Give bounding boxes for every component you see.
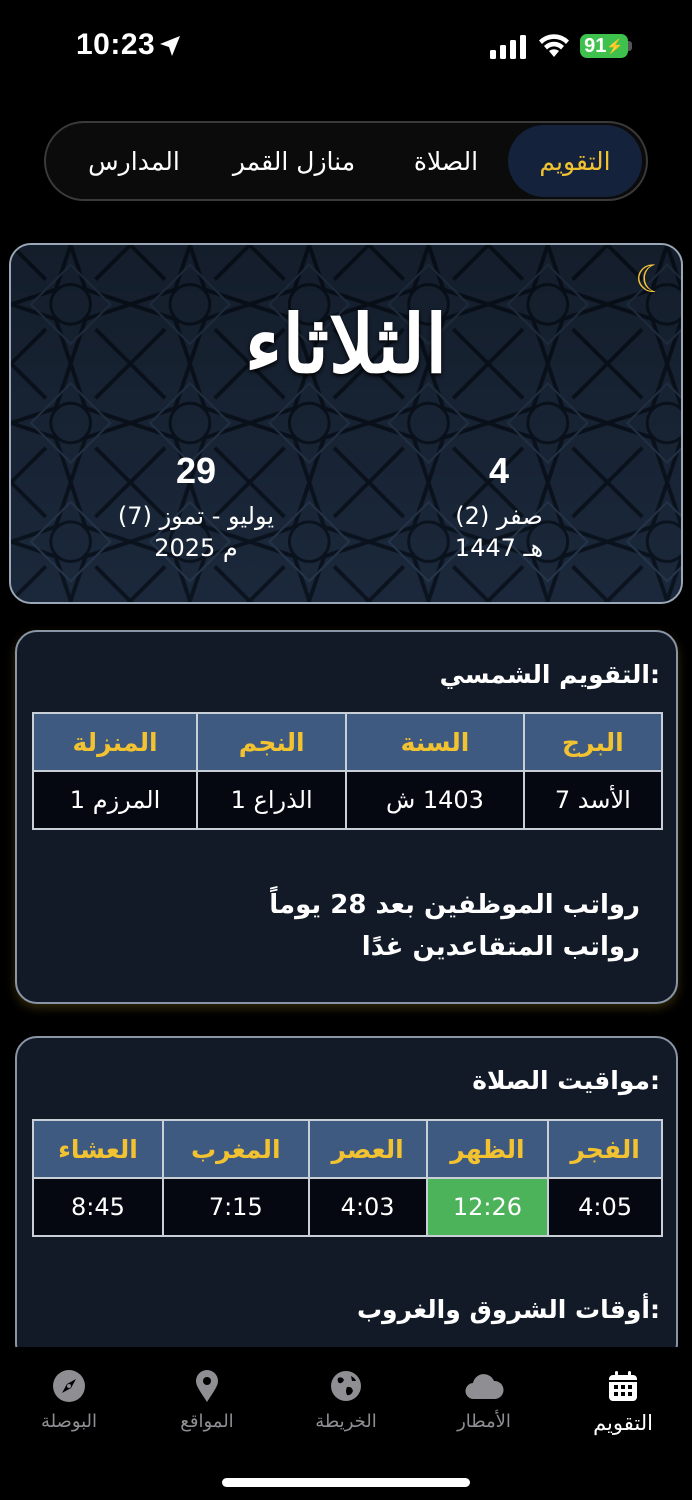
table-cell: 1403 ش: [345, 770, 525, 830]
solar-calendar-table: البرج السنة النجم المنزلة الأسد 7 1403 ش…: [31, 712, 664, 830]
globe-icon: [331, 1371, 361, 1401]
status-bar: 10:23 91 ⚡: [0, 0, 692, 95]
gregorian-day: 29: [175, 450, 217, 491]
nav-calendar[interactable]: التقويم: [568, 1369, 678, 1435]
tab-schools[interactable]: المدارس: [64, 125, 204, 197]
solar-calendar-title: التقويم الشمسي:: [439, 660, 660, 689]
gregorian-month: يوليو - تموز (7): [117, 502, 275, 530]
table-header-cell: النجم: [196, 712, 348, 772]
gregorian-year: 2025 م: [154, 534, 238, 562]
prayer-times-title: مواقيت الصلاة:: [472, 1066, 660, 1095]
table-header-row: البرج السنة النجم المنزلة: [31, 712, 664, 772]
battery-tip: [628, 41, 632, 51]
tab-calendar[interactable]: التقويم: [508, 125, 642, 197]
date-hero-card: ☾ الثلاثاء 4 صفر (2) 1447 هـ 29 يوليو - …: [9, 243, 683, 604]
nav-locations[interactable]: المواقع: [152, 1369, 262, 1432]
prayer-times-card: مواقيت الصلاة: الفجر الظهر العصر المغرب …: [15, 1036, 678, 1366]
table-cell: الأسد 7: [522, 770, 664, 830]
battery-indicator: 91 ⚡: [580, 34, 628, 58]
nav-compass[interactable]: البوصلة: [14, 1369, 124, 1432]
crescent-moon-icon: ☾: [634, 257, 669, 301]
salary-note-retirees: رواتب المتقاعدين غدًا: [361, 932, 640, 962]
hijri-month: صفر (2): [455, 502, 543, 530]
table-header-cell: الظهر: [425, 1119, 550, 1179]
nav-label: الخريطة: [315, 1411, 377, 1432]
home-indicator[interactable]: [222, 1478, 470, 1487]
prayer-times-table: الفجر الظهر العصر المغرب العشاء 4:05 12:…: [32, 1119, 663, 1237]
table-header-cell: السنة: [345, 712, 525, 772]
table-header-cell: العصر: [307, 1119, 428, 1179]
gregorian-date: 29 يوليو - تموز (7) 2025 م: [66, 450, 326, 564]
status-time: 10:23: [76, 28, 156, 61]
nav-label: المواقع: [180, 1411, 234, 1432]
current-prayer-cell: 12:26: [425, 1177, 550, 1237]
nav-map[interactable]: الخريطة: [291, 1369, 401, 1432]
nav-label: التقويم: [593, 1411, 653, 1435]
charging-icon: ⚡: [606, 37, 624, 54]
table-cell: الذراع 1: [196, 770, 348, 830]
location-pin-icon: [196, 1370, 218, 1402]
sunrise-sunset-title: أوقات الشروق والغروب:: [356, 1295, 660, 1324]
salary-note-employees: رواتب الموظفين بعد 28 يوماً: [269, 890, 640, 920]
cloud-icon: [465, 1374, 504, 1400]
table-cell: 7:15: [161, 1177, 310, 1237]
table-header-cell: العشاء: [32, 1119, 164, 1179]
table-header-cell: المنزلة: [31, 712, 199, 772]
wifi-icon: [539, 34, 569, 57]
nav-rain[interactable]: الأمطار: [429, 1369, 539, 1432]
table-cell: 8:45: [32, 1177, 164, 1237]
calendar-icon: [609, 1371, 637, 1401]
weekday-calligraphy: الثلاثاء: [244, 297, 448, 391]
nav-label: البوصلة: [40, 1411, 98, 1432]
segment-tabs: التقويم الصلاة منازل القمر المدارس: [44, 121, 648, 201]
table-cell: 4:05: [547, 1177, 663, 1237]
cellular-signal-icon: [490, 35, 526, 59]
table-header-cell: الفجر: [547, 1119, 663, 1179]
hijri-year: 1447 هـ: [454, 534, 544, 562]
nav-label: الأمطار: [457, 1411, 511, 1432]
table-cell: المرزم 1: [31, 770, 199, 830]
compass-icon: [53, 1370, 85, 1402]
table-header-cell: البرج: [522, 712, 664, 772]
table-cell: 4:03: [307, 1177, 428, 1237]
hijri-day: 4: [488, 450, 510, 491]
solar-calendar-card: التقويم الشمسي: البرج السنة النجم المنزل…: [15, 630, 678, 1004]
table-row: 4:05 12:26 4:03 7:15 8:45: [32, 1177, 663, 1237]
tab-prayer[interactable]: الصلاة: [384, 125, 508, 197]
table-header-cell: المغرب: [161, 1119, 310, 1179]
location-arrow-icon: [160, 36, 180, 56]
table-header-row: الفجر الظهر العصر المغرب العشاء: [32, 1119, 663, 1179]
hijri-date: 4 صفر (2) 1447 هـ: [369, 450, 629, 564]
table-row: الأسد 7 1403 ش الذراع 1 المرزم 1: [31, 770, 664, 830]
tab-moon-mansions[interactable]: منازل القمر: [204, 125, 384, 197]
battery-level: 91: [584, 34, 607, 57]
